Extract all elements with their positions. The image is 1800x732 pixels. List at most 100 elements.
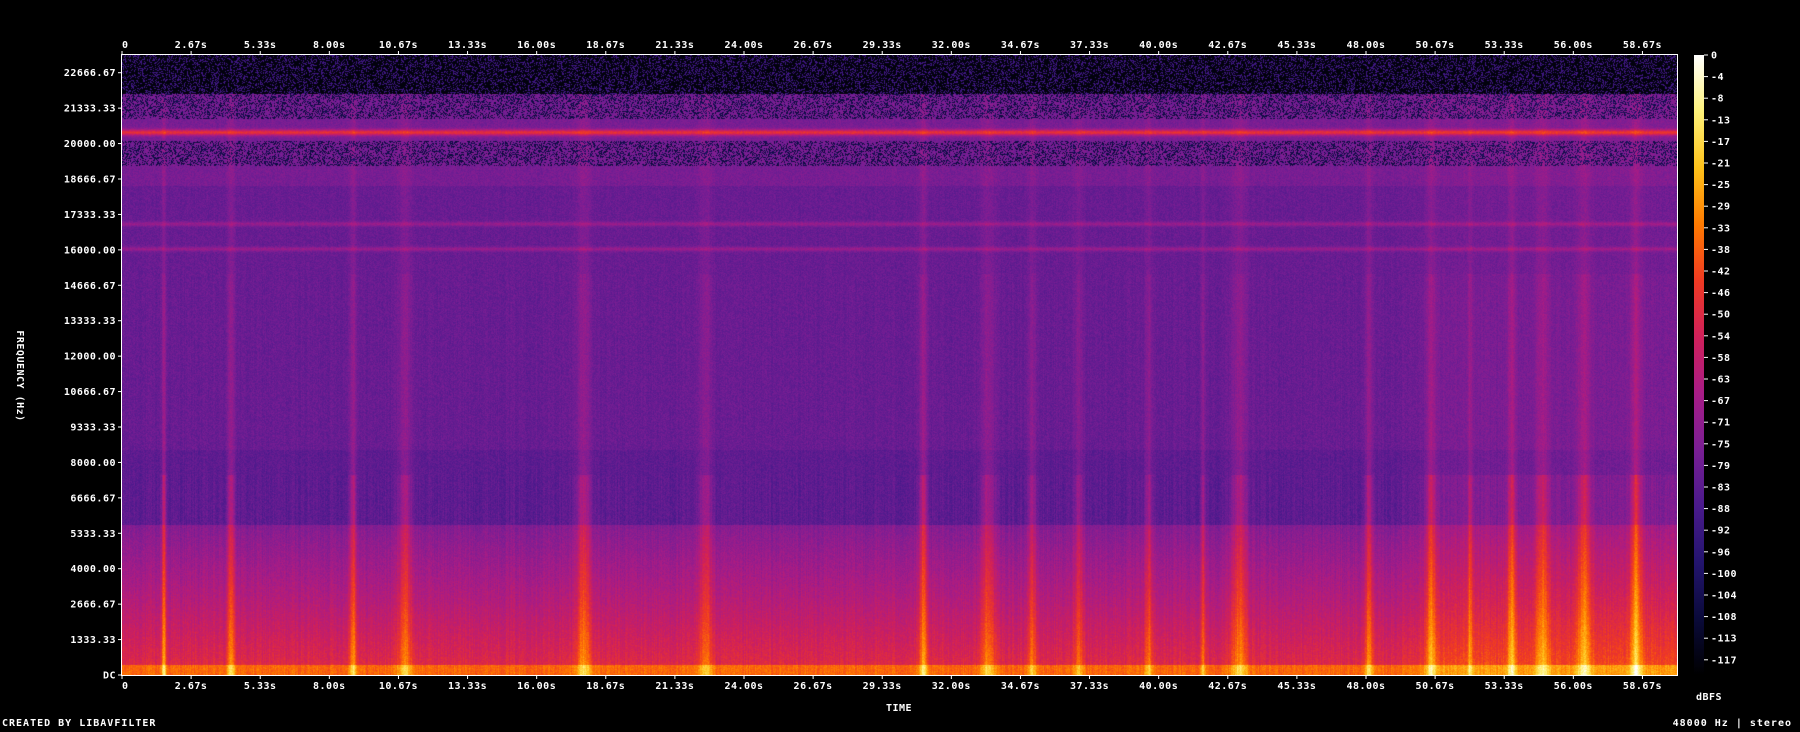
x-tick-label: 8.00s <box>313 40 346 51</box>
x-tick-label: 45.33s <box>1277 681 1316 692</box>
colorbar-tick-label: -67 <box>1711 396 1731 407</box>
x-tick-label: 40.00s <box>1139 40 1178 51</box>
colorbar-tick-label: -42 <box>1711 267 1731 278</box>
x-tick-label: 10.67s <box>379 681 418 692</box>
x-tick-label: 37.33s <box>1070 681 1109 692</box>
y-tick-label: 5333.33 <box>70 529 116 540</box>
x-tick-label: 26.67s <box>794 681 833 692</box>
x-tick-label: 42.67s <box>1208 40 1247 51</box>
colorbar-tick-label: -54 <box>1711 331 1731 342</box>
colorbar-label: dBFS <box>1696 692 1722 703</box>
x-tick-label: 10.67s <box>379 40 418 51</box>
x-tick-label: 13.33s <box>448 40 487 51</box>
colorbar-tick-label: -29 <box>1711 202 1731 213</box>
y-tick-label: 4000.00 <box>70 564 116 575</box>
x-tick-label: 56.00s <box>1554 681 1593 692</box>
x-tick-label: 18.67s <box>586 681 625 692</box>
colorbar-scale <box>1694 55 1704 675</box>
colorbar-tick-label: -117 <box>1711 655 1737 666</box>
y-tick-label: 8000.00 <box>70 458 116 469</box>
colorbar-tick-label: -71 <box>1711 418 1731 429</box>
colorbar-tick-label: -58 <box>1711 353 1731 364</box>
y-tick-label: 13333.33 <box>64 316 116 327</box>
x-tick-label: 56.00s <box>1554 40 1593 51</box>
colorbar-tick-label: -104 <box>1711 591 1737 602</box>
y-tick-label: 21333.33 <box>64 104 116 115</box>
x-tick-label: 34.67s <box>1001 40 1040 51</box>
x-tick-label: 42.67s <box>1208 681 1247 692</box>
colorbar-tick-label: -4 <box>1711 72 1724 83</box>
y-tick-label: 18666.67 <box>64 175 116 186</box>
x-tick-label: 48.00s <box>1346 681 1385 692</box>
y-tick-label: 10666.67 <box>64 387 116 398</box>
colorbar-tick-label: -113 <box>1711 634 1737 645</box>
y-tick-label: 14666.67 <box>64 281 116 292</box>
x-tick-label: 16.00s <box>517 681 556 692</box>
x-tick-label: 40.00s <box>1139 681 1178 692</box>
x-tick-label: 24.00s <box>724 40 763 51</box>
x-tick-label: 48.00s <box>1346 40 1385 51</box>
x-tick-label: 45.33s <box>1277 40 1316 51</box>
colorbar-tick-label: -92 <box>1711 526 1731 537</box>
spectrogram-plot <box>121 54 1678 676</box>
x-tick-label: 58.67s <box>1623 40 1662 51</box>
x-tick-label: 34.67s <box>1001 681 1040 692</box>
sample-rate-text: 48000 Hz | stereo <box>1672 718 1792 729</box>
colorbar-tick-label: -108 <box>1711 612 1737 623</box>
y-tick-label: 1333.33 <box>70 635 116 646</box>
colorbar-tick-label: -88 <box>1711 504 1731 515</box>
y-tick-label: 12000.00 <box>64 352 116 363</box>
colorbar-tick-label: -50 <box>1711 310 1731 321</box>
x-tick-label: 0 <box>122 40 129 51</box>
x-tick-label: 37.33s <box>1070 40 1109 51</box>
colorbar-tick-label: -75 <box>1711 439 1731 450</box>
x-tick-label: 32.00s <box>932 681 971 692</box>
colorbar-tick-label: -83 <box>1711 483 1731 494</box>
y-tick-label: 2666.67 <box>70 600 116 611</box>
colorbar-tick-label: -21 <box>1711 159 1731 170</box>
y-tick-label: 9333.33 <box>70 423 116 434</box>
x-tick-label: 53.33s <box>1485 681 1524 692</box>
y-tick-label: 22666.67 <box>64 68 116 79</box>
x-axis-label: TIME <box>886 703 912 714</box>
colorbar-tick-label: -96 <box>1711 547 1731 558</box>
spectrogram-image <box>122 55 1677 675</box>
colorbar-tick-label: -25 <box>1711 180 1731 191</box>
x-tick-label: 0 <box>122 681 129 692</box>
x-tick-label: 26.67s <box>794 40 833 51</box>
colorbar-tick-label: -63 <box>1711 375 1731 386</box>
x-tick-label: 8.00s <box>313 681 346 692</box>
y-axis-label: FREQUENCY (Hz) <box>14 330 25 421</box>
x-tick-label: 2.67s <box>175 681 208 692</box>
x-tick-label: 2.67s <box>175 40 208 51</box>
y-tick-label: 16000.00 <box>64 245 116 256</box>
spectrogram-figure: 0 2.67s 5.33s 8.00s 10.67s 13.33s 16.00s 18.67s… <box>0 0 1800 732</box>
y-tick-label: DC <box>103 671 116 682</box>
x-tick-label: 21.33s <box>655 681 694 692</box>
y-tick-label: 17333.33 <box>64 210 116 221</box>
colorbar-tick-label: -13 <box>1711 115 1731 126</box>
x-tick-label: 29.33s <box>863 40 902 51</box>
credit-text: CREATED BY LIBAVFILTER <box>2 718 157 729</box>
colorbar-tick-label: -79 <box>1711 461 1731 472</box>
x-tick-label: 18.67s <box>586 40 625 51</box>
colorbar-tick-label: -38 <box>1711 245 1731 256</box>
colorbar-tick-label: -46 <box>1711 288 1731 299</box>
x-tick-label: 16.00s <box>517 40 556 51</box>
colorbar-tick-label: -8 <box>1711 94 1724 105</box>
colorbar-tick-label: -33 <box>1711 223 1731 234</box>
colorbar-tick-label: 0 <box>1711 51 1718 62</box>
y-tick-label: 6666.67 <box>70 493 116 504</box>
x-tick-label: 13.33s <box>448 681 487 692</box>
x-tick-label: 24.00s <box>724 681 763 692</box>
x-tick-label: 29.33s <box>863 681 902 692</box>
colorbar-tick-label: -100 <box>1711 569 1737 580</box>
colorbar-tick-label: -17 <box>1711 137 1731 148</box>
x-tick-label: 5.33s <box>244 681 277 692</box>
x-tick-label: 50.67s <box>1416 40 1455 51</box>
x-tick-label: 21.33s <box>655 40 694 51</box>
x-tick-label: 50.67s <box>1416 681 1455 692</box>
y-tick-label: 20000.00 <box>64 139 116 150</box>
x-tick-label: 53.33s <box>1485 40 1524 51</box>
x-tick-label: 58.67s <box>1623 681 1662 692</box>
